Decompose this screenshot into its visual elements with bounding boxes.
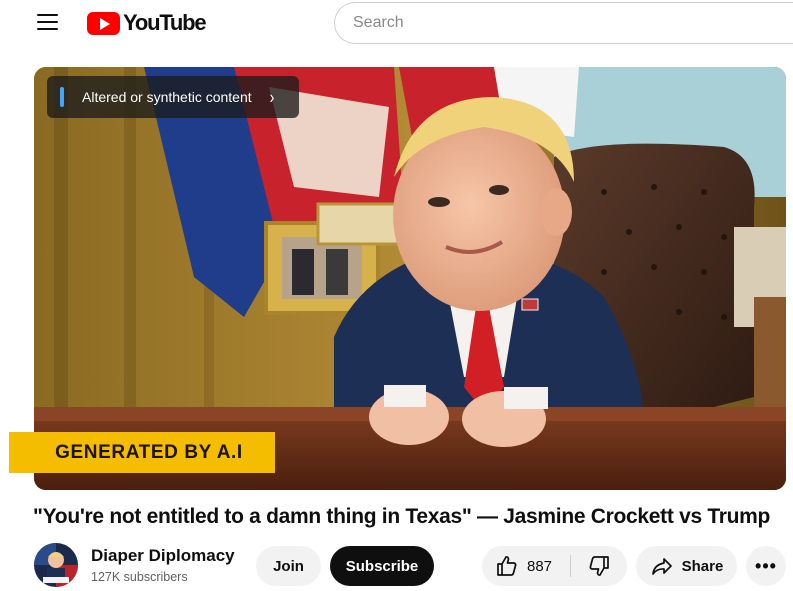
more-actions-button[interactable]: ••• (746, 546, 786, 586)
altered-content-notice[interactable]: Altered or synthetic content › (47, 76, 299, 118)
like-dislike-group: 887 (482, 546, 627, 586)
ai-generated-badge: GENERATED BY A.I (9, 432, 275, 473)
like-button[interactable]: 887 (482, 546, 570, 586)
thumbs-up-icon (497, 556, 517, 576)
thumbs-down-icon (589, 556, 609, 576)
video-frame-image (34, 67, 786, 490)
share-button[interactable]: Share (636, 546, 737, 586)
subscriber-count: 127K subscribers (91, 570, 188, 584)
menu-icon[interactable] (37, 14, 58, 32)
youtube-logo[interactable]: YouTube (87, 10, 207, 35)
video-player[interactable] (34, 67, 786, 490)
channel-name[interactable]: Diaper Diplomacy (91, 546, 235, 566)
badge-text: GENERATED BY A.I (55, 441, 243, 463)
youtube-play-icon (87, 11, 120, 35)
subscribe-button[interactable]: Subscribe (330, 546, 434, 586)
dislike-button[interactable] (571, 546, 627, 586)
like-count: 887 (527, 557, 553, 575)
channel-avatar[interactable] (34, 543, 78, 587)
join-button[interactable]: Join (256, 546, 321, 586)
notice-accent-bar (60, 87, 64, 107)
search-box[interactable] (334, 2, 793, 44)
search-input[interactable] (353, 14, 793, 32)
notice-text: Altered or synthetic content (82, 89, 252, 105)
logo-text: YouTube (123, 10, 207, 35)
chevron-right-icon: › (269, 86, 275, 108)
video-title: "You're not entitled to a damn thing in … (33, 505, 771, 528)
share-icon (651, 558, 672, 575)
share-label: Share (681, 557, 724, 575)
